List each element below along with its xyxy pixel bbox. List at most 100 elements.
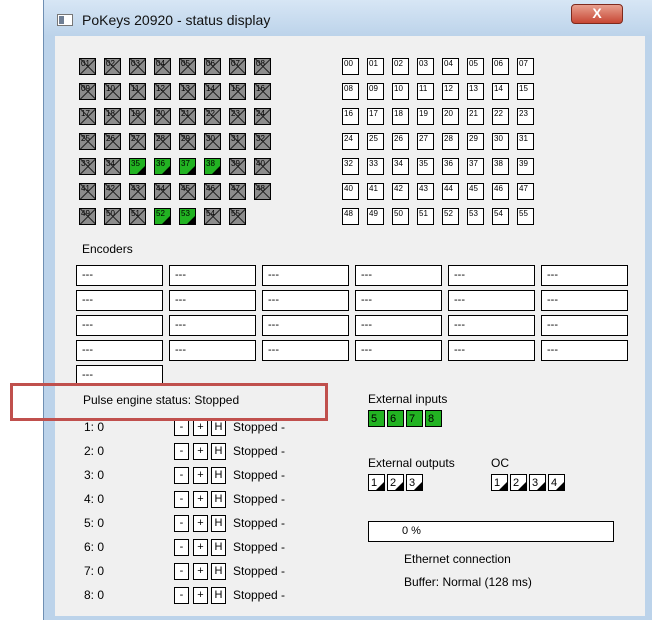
pin-23[interactable]: 23 xyxy=(229,108,246,125)
digital-io-07: 07 xyxy=(517,58,534,75)
axis-minus-button[interactable]: - xyxy=(174,467,189,484)
external-output[interactable]: 2 xyxy=(387,474,404,491)
external-output[interactable]: 3 xyxy=(406,474,423,491)
pin-02[interactable]: 02 xyxy=(104,58,121,75)
digital-io-03: 03 xyxy=(417,58,434,75)
axis-home-button[interactable]: H xyxy=(211,539,226,556)
pin-53[interactable]: 53 xyxy=(179,208,196,225)
pin-45[interactable]: 45 xyxy=(179,183,196,200)
encoder-field: --- xyxy=(541,265,628,286)
axis-minus-button[interactable]: - xyxy=(174,443,189,460)
pin-01[interactable]: 01 xyxy=(79,58,96,75)
pin-25[interactable]: 25 xyxy=(79,133,96,150)
axis-home-button[interactable]: H xyxy=(211,563,226,580)
pin-46[interactable]: 46 xyxy=(204,183,221,200)
pin-29[interactable]: 29 xyxy=(179,133,196,150)
connection-progress-bar: 0 % xyxy=(368,521,614,542)
external-input: 8 xyxy=(425,410,442,427)
pin-05[interactable]: 05 xyxy=(179,58,196,75)
axis-home-button[interactable]: H xyxy=(211,443,226,460)
external-output[interactable]: 1 xyxy=(368,474,385,491)
axis-minus-button[interactable]: - xyxy=(174,515,189,532)
pin-43[interactable]: 43 xyxy=(129,183,146,200)
pin-39[interactable]: 39 xyxy=(229,158,246,175)
axis-position: 8: 0 xyxy=(84,588,105,602)
pin-44[interactable]: 44 xyxy=(154,183,171,200)
axis-plus-button[interactable]: + xyxy=(193,467,208,484)
pin-03[interactable]: 03 xyxy=(129,58,146,75)
pin-47[interactable]: 47 xyxy=(229,183,246,200)
axis-home-button[interactable]: H xyxy=(211,491,226,508)
axis-minus-button[interactable]: - xyxy=(174,587,189,604)
axis-minus-button[interactable]: - xyxy=(174,419,189,436)
pin-49[interactable]: 49 xyxy=(79,208,96,225)
pin-18[interactable]: 18 xyxy=(104,108,121,125)
pin-10[interactable]: 10 xyxy=(104,83,121,100)
pin-55[interactable]: 55 xyxy=(229,208,246,225)
pin-28[interactable]: 28 xyxy=(154,133,171,150)
axis-home-button[interactable]: H xyxy=(211,587,226,604)
pin-09[interactable]: 09 xyxy=(79,83,96,100)
axis-plus-button[interactable]: + xyxy=(193,539,208,556)
pin-34[interactable]: 34 xyxy=(104,158,121,175)
axis-position: 6: 0 xyxy=(84,540,105,554)
axis-plus-button[interactable]: + xyxy=(193,491,208,508)
pin-15[interactable]: 15 xyxy=(229,83,246,100)
axis-minus-button[interactable]: - xyxy=(174,491,189,508)
pin-31[interactable]: 31 xyxy=(229,133,246,150)
pin-14[interactable]: 14 xyxy=(204,83,221,100)
pin-40[interactable]: 40 xyxy=(254,158,271,175)
axis-plus-button[interactable]: + xyxy=(193,563,208,580)
pin-16[interactable]: 16 xyxy=(254,83,271,100)
axis-home-button[interactable]: H xyxy=(211,515,226,532)
pin-33[interactable]: 33 xyxy=(79,158,96,175)
pin-20[interactable]: 20 xyxy=(154,108,171,125)
pin-04[interactable]: 04 xyxy=(154,58,171,75)
pin-19[interactable]: 19 xyxy=(129,108,146,125)
pin-51[interactable]: 51 xyxy=(129,208,146,225)
axis-home-button[interactable]: H xyxy=(211,467,226,484)
title-bar[interactable]: PoKeys 20920 - status display X xyxy=(44,0,652,36)
pin-27[interactable]: 27 xyxy=(129,133,146,150)
close-button[interactable]: X xyxy=(571,4,623,24)
pin-54[interactable]: 54 xyxy=(204,208,221,225)
axis-plus-button[interactable]: + xyxy=(193,443,208,460)
pin-22[interactable]: 22 xyxy=(204,108,221,125)
axis-minus-button[interactable]: - xyxy=(174,539,189,556)
pin-12[interactable]: 12 xyxy=(154,83,171,100)
pin-48[interactable]: 48 xyxy=(254,183,271,200)
pin-52[interactable]: 52 xyxy=(154,208,171,225)
oc-output[interactable]: 1 xyxy=(491,474,508,491)
pin-32[interactable]: 32 xyxy=(254,133,271,150)
pin-42[interactable]: 42 xyxy=(104,183,121,200)
pin-24[interactable]: 24 xyxy=(254,108,271,125)
oc-output[interactable]: 4 xyxy=(548,474,565,491)
digital-io-16: 16 xyxy=(342,108,359,125)
buffer-status: Buffer: Normal (128 ms) xyxy=(404,575,532,589)
axis-minus-button[interactable]: - xyxy=(174,563,189,580)
pin-50[interactable]: 50 xyxy=(104,208,121,225)
pin-30[interactable]: 30 xyxy=(204,133,221,150)
pin-36[interactable]: 36 xyxy=(154,158,171,175)
axis-plus-button[interactable]: + xyxy=(193,419,208,436)
pin-37[interactable]: 37 xyxy=(179,158,196,175)
axis-plus-button[interactable]: + xyxy=(193,587,208,604)
pin-06[interactable]: 06 xyxy=(204,58,221,75)
pin-35[interactable]: 35 xyxy=(129,158,146,175)
oc-output[interactable]: 3 xyxy=(529,474,546,491)
pin-11[interactable]: 11 xyxy=(129,83,146,100)
pin-38[interactable]: 38 xyxy=(204,158,221,175)
pin-26[interactable]: 26 xyxy=(104,133,121,150)
axis-home-button[interactable]: H xyxy=(211,419,226,436)
axis-plus-button[interactable]: + xyxy=(193,515,208,532)
oc-output[interactable]: 2 xyxy=(510,474,527,491)
digital-io-54: 54 xyxy=(492,208,509,225)
pin-13[interactable]: 13 xyxy=(179,83,196,100)
pin-21[interactable]: 21 xyxy=(179,108,196,125)
pin-17[interactable]: 17 xyxy=(79,108,96,125)
pin-41[interactable]: 41 xyxy=(79,183,96,200)
pin-07[interactable]: 07 xyxy=(229,58,246,75)
encoder-field: --- xyxy=(355,315,442,336)
encoder-field: --- xyxy=(262,290,349,311)
pin-08[interactable]: 08 xyxy=(254,58,271,75)
